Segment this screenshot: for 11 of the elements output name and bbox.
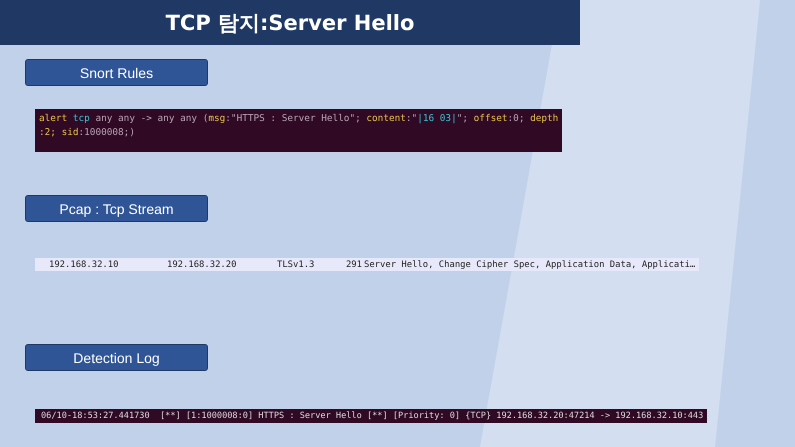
packet-cell-text: Server Hello, Change Cipher Spec, Application Data, Applicati… bbox=[363, 260, 696, 270]
section-label: Pcap : Tcp Stream bbox=[25, 195, 208, 222]
packet-cell-text: 192.168.32.20 bbox=[167, 260, 238, 270]
packet-cell-text: 192.168.32.10 bbox=[48, 260, 120, 270]
packet-cell-text: TLSv1.3 bbox=[277, 260, 316, 270]
section-label: Detection Log bbox=[25, 344, 208, 371]
terminal-rule-text: alert tcp any any -> any any (msg:"HTTPS : Server Hello"; content:"|16 03|"; offset:0; depth :2; sid:1000008;) bbox=[35, 109, 562, 152]
packet-cell-text: 291 bbox=[344, 260, 362, 270]
terminal-log-text: 06/10-18:53:27.441730 [**] [1:1000008:0] HTTPS : Server Hello [**] [Priority: 0] {TCP} 192.168.32.20:47214 -> 192.168.32.10:443 bbox=[35, 409, 708, 423]
slide-title: TCP 탐지:Server Hello bbox=[0, 0, 580, 45]
section-label: Snort Rules bbox=[25, 59, 208, 86]
